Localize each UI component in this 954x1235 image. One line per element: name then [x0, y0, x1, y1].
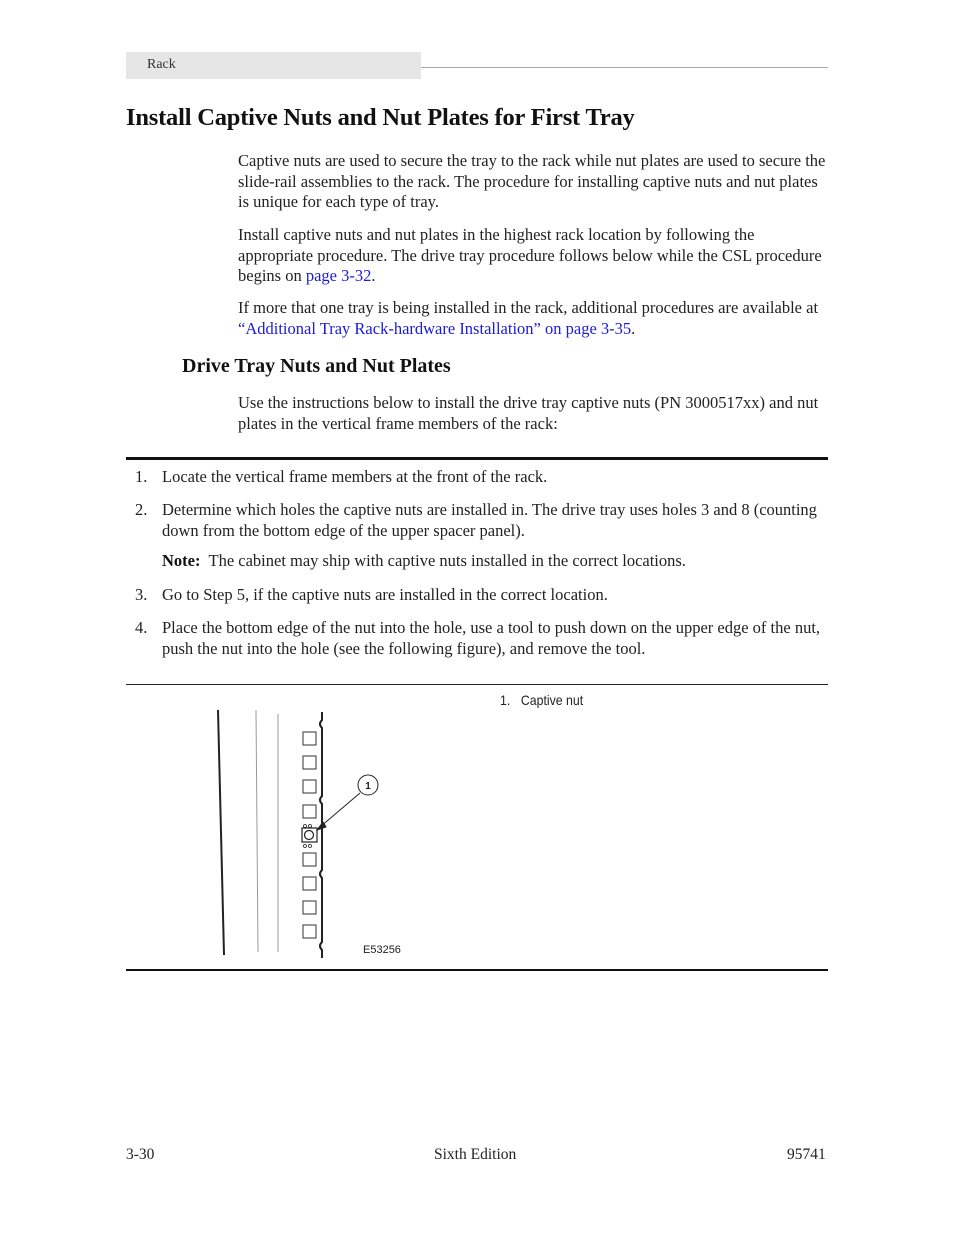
page-3-32-link[interactable]: page 3-32	[306, 266, 372, 285]
legend-label: Captive nut	[520, 692, 584, 708]
rack-hole	[302, 804, 317, 819]
rack-hole	[302, 755, 317, 770]
step-number: 2.	[135, 500, 148, 519]
rack-hole	[302, 852, 317, 867]
header-divider	[421, 67, 828, 68]
figure-id: E53256	[363, 944, 401, 956]
footer-edition: Sixth Edition	[434, 1146, 517, 1163]
step-text: Go to Step 5, if the captive nuts are in…	[162, 585, 608, 604]
step-number: 4.	[135, 618, 148, 637]
page-title: Install Captive Nuts and Nut Plates for …	[126, 104, 635, 131]
intro-paragraph-1: Captive nuts are used to secure the tray…	[238, 151, 826, 211]
frame-edge-line	[217, 709, 225, 956]
captive-nut-figure: 1	[217, 709, 379, 958]
step-number: 1.	[135, 467, 148, 486]
section-header-tab: Rack	[126, 52, 421, 79]
rack-hole	[302, 924, 317, 939]
subsection-title: Drive Tray Nuts and Nut Plates	[182, 355, 451, 377]
step-text: Locate the vertical frame members at the…	[162, 467, 548, 486]
rack-hole	[302, 779, 317, 794]
callout-arrow	[315, 792, 361, 831]
callout-marker: 1	[365, 781, 371, 792]
intro-paragraph-3-text: If more that one tray is being installed…	[238, 298, 819, 317]
step-number: 3.	[135, 585, 148, 604]
footer-doc-number: 95741	[787, 1146, 826, 1163]
step-text: Place the bottom edge of the nut into th…	[162, 618, 821, 658]
note-text: The cabinet may ship with captive nuts i…	[208, 551, 686, 570]
figure-top-rule	[126, 684, 828, 685]
intro-paragraph-2-end: .	[371, 266, 376, 285]
frame-inner-line	[255, 709, 259, 953]
intro-paragraph-2: Install captive nuts and nut plates in t…	[238, 225, 830, 287]
footer-page-number: 3-30	[126, 1146, 155, 1163]
note-label: Note:	[162, 551, 201, 570]
figure-bottom-rule	[126, 969, 828, 971]
rail-edge-line	[319, 712, 323, 958]
section-name: Rack	[147, 57, 176, 72]
intro-paragraph-3-end: .	[631, 318, 636, 338]
legend-number: 1.	[500, 692, 511, 708]
figure-legend-item: 1. Captive nut	[500, 692, 583, 708]
intro-paragraph-3: If more that one tray is being installed…	[238, 298, 830, 339]
rack-hole	[302, 876, 317, 891]
step-text: Determine which holes the captive nuts a…	[162, 500, 817, 540]
rack-hole	[302, 731, 317, 746]
note: Note: The cabinet may ship with captive n…	[162, 551, 686, 571]
additional-tray-installation-link[interactable]: “Additional Tray Rack-hardware Installat…	[238, 319, 631, 338]
rack-hole	[302, 900, 317, 915]
subsection-intro: Use the instructions below to install th…	[238, 393, 819, 433]
procedure-top-rule	[126, 457, 828, 460]
captive-nut	[301, 824, 318, 848]
